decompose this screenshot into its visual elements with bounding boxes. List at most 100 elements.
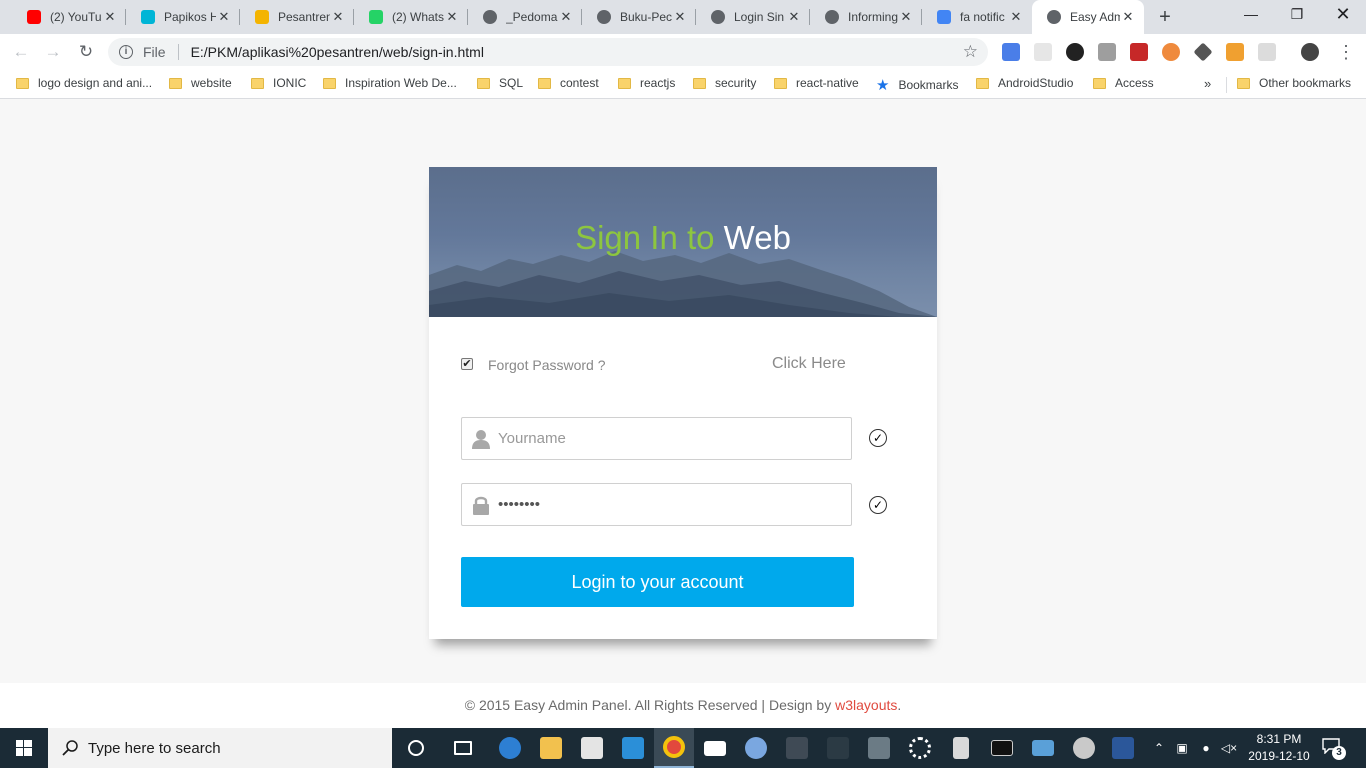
minimize-button[interactable]: — [1228,0,1274,30]
contacts-app-icon[interactable] [1023,728,1063,768]
username-input[interactable] [498,418,838,459]
start-button[interactable] [0,728,48,768]
bookmark-item[interactable]: ★ Bookmarks [876,76,958,94]
color-extension-icon[interactable] [1066,43,1084,61]
bookmark-label: reactjs [640,76,676,90]
browser-tab[interactable]: Papikos H ✕ [126,0,240,34]
microsoft-store-icon[interactable] [572,728,612,768]
browser-tab[interactable]: (2) Whats ✕ [354,0,468,34]
bookmarks-overflow-button[interactable]: » [1204,76,1211,91]
click-here-link[interactable]: Click Here [772,355,846,373]
password-input[interactable] [498,484,838,525]
taskbar-clock[interactable]: 8:31 PM 2019-12-10 [1244,731,1314,765]
mail-icon[interactable] [695,728,735,768]
edge-browser-icon[interactable] [490,728,530,768]
url-text[interactable]: E:/PKM/aplikasi%20pesantren/web/sign-in.… [191,44,963,60]
bookmark-item[interactable]: reactjs [618,76,675,90]
forgot-password-checkbox[interactable]: ✔ [461,358,473,370]
bookmark-item[interactable]: SQL [477,76,523,90]
taskbar-search-box[interactable]: Type here to search [48,728,392,768]
bookmark-item[interactable]: Access [1093,76,1154,90]
tab-close-icon[interactable]: ✕ [330,9,346,25]
bookmark-item[interactable]: logo design and ani... [16,76,152,90]
password-field[interactable] [461,483,852,526]
address-bar[interactable]: i File E:/PKM/aplikasi%20pesantren/web/s… [108,38,988,66]
bookmark-item[interactable]: contest [538,76,599,90]
forward-button[interactable]: → [41,40,65,64]
tab-close-icon[interactable]: ✕ [558,9,574,25]
browser-tab[interactable]: Buku-Pec ✕ [582,0,696,34]
bookmark-item[interactable]: Inspiration Web De... [323,76,457,90]
back-button[interactable]: ← [9,40,33,64]
profile-avatar-icon[interactable] [1301,43,1319,61]
action-center-icon[interactable]: 3 [1322,738,1346,760]
browser-tab[interactable]: (2) YouTu ✕ [12,0,126,34]
bookmarks-bar: logo design and ani... website IONIC Inspir… [0,70,1366,99]
translate-extension-icon[interactable] [1002,43,1020,61]
bookmark-item[interactable]: AndroidStudio [976,76,1073,90]
browser-tab[interactable]: _Pedoma ✕ [468,0,582,34]
tab-close-icon[interactable]: ✕ [444,9,460,25]
restore-button[interactable]: ❐ [1274,0,1320,30]
browser-tab[interactable]: Pesantren ✕ [240,0,354,34]
camera-extension-icon[interactable] [1098,43,1116,61]
other-bookmarks-folder[interactable]: Other bookmarks [1237,76,1351,90]
site-info-icon[interactable]: i [119,45,133,59]
tab-close-icon[interactable]: ✕ [102,9,118,25]
chrome-menu-icon[interactable]: ⋮ [1334,40,1358,64]
tab-close-icon[interactable]: ✕ [898,9,914,25]
tray-chevron-icon[interactable]: ⌃ [1150,728,1168,768]
chrome-taskbar-icon[interactable] [654,728,694,768]
settings-gear-icon[interactable] [900,728,940,768]
bookmark-star-icon[interactable]: ☆ [963,42,978,62]
extension-icon[interactable] [1034,43,1052,61]
new-tab-button[interactable]: + [1152,5,1178,29]
vscode-icon[interactable] [613,728,653,768]
browser-toolbar: ← → ↻ i File E:/PKM/aplikasi%20pesantren… [0,34,1366,70]
calculator-icon[interactable] [941,728,981,768]
grid-extension-icon[interactable] [1226,43,1244,61]
tab-close-icon[interactable]: ✕ [1120,9,1136,25]
close-window-button[interactable]: ✕ [1320,0,1366,30]
wifi-icon[interactable]: ● [1196,728,1216,768]
task-view-icon[interactable] [443,728,483,768]
network-app-icon[interactable] [859,728,899,768]
tab-title: (2) YouTu [50,10,102,24]
battery-icon[interactable]: ▣ [1172,728,1192,768]
forgot-password-row: ✔ Forgot Password ? Click Here [461,355,881,375]
fire-extension-icon[interactable] [1162,43,1180,61]
paint-app-icon[interactable] [1064,728,1104,768]
password-valid-check-icon: ✓ [869,496,887,514]
footer-brand-link[interactable]: w3layouts [835,697,897,713]
username-valid-check-icon: ✓ [869,429,887,447]
sublime-text-icon[interactable] [777,728,817,768]
username-field[interactable] [461,417,852,460]
tab-close-icon[interactable]: ✕ [786,9,802,25]
login-button[interactable]: Login to your account [461,557,854,607]
volume-muted-icon[interactable]: ◁× [1218,728,1240,768]
bookmark-item[interactable]: react-native [774,76,859,90]
tab-close-icon[interactable]: ✕ [672,9,688,25]
bookmark-item[interactable]: security [693,76,756,90]
file-explorer-icon[interactable] [531,728,571,768]
bookmark-item[interactable]: website [169,76,232,90]
tab-close-icon[interactable]: ✕ [1008,9,1024,25]
browser-tab[interactable]: Easy Adm ✕ [1032,0,1144,34]
word-icon[interactable] [1103,728,1143,768]
bookmark-item[interactable]: IONIC [251,76,306,90]
globe-icon [710,9,726,25]
chrome-dev-icon[interactable] [736,728,776,768]
tab-close-icon[interactable]: ✕ [216,9,232,25]
nox-player-icon[interactable] [818,728,858,768]
browser-tab[interactable]: fa notific ✕ [922,0,1032,34]
reload-button[interactable]: ↻ [74,40,98,64]
terminal-icon[interactable] [982,728,1022,768]
cortana-icon[interactable] [396,728,436,768]
browser-tab[interactable]: Login Sin ✕ [696,0,810,34]
globe-icon [596,9,612,25]
browser-tab[interactable]: Informing ✕ [810,0,922,34]
layers-extension-icon[interactable] [1193,42,1213,62]
windows-logo-icon [16,740,32,756]
page-extension-icon[interactable] [1258,43,1276,61]
media-extension-icon[interactable] [1130,43,1148,61]
